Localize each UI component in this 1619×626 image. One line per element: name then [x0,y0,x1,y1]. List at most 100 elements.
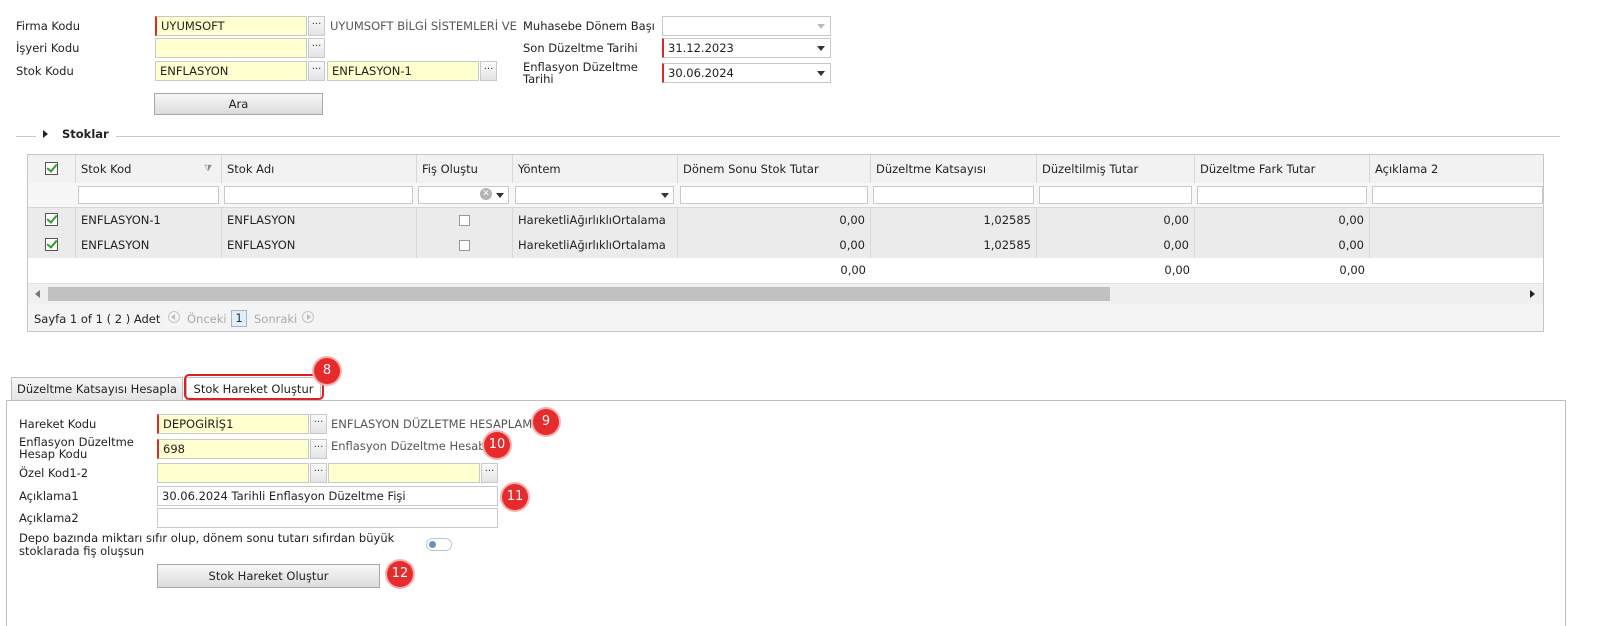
ozel-kod2-lookup-button[interactable]: ··· [481,463,498,483]
col-fis-olustu[interactable]: Fiş Oluştu [417,155,513,183]
annotation-badge-10: 10 [484,432,510,458]
cell-yontem: HareketliAğırlıklıOrtalama [513,208,678,233]
stok-kodu-to-input[interactable]: ENFLASYON-1 [327,61,479,81]
filter-aciklama2-input[interactable] [1372,186,1543,204]
fis-olustu-checkbox[interactable] [459,215,470,226]
aciklama2-input[interactable] [157,508,498,528]
row-select-cell [28,208,76,233]
stok-kodu-from-lookup-button[interactable]: ··· [308,61,325,81]
row-checkbox[interactable] [45,213,58,226]
filter-katsayi-input[interactable] [873,186,1034,204]
hareket-kodu-lookup-button[interactable]: ··· [310,414,327,434]
aciklama1-input[interactable]: 30.06.2024 Tarihli Enflasyon Düzeltme Fi… [157,486,498,506]
col-duzeltilmis[interactable]: Düzeltilmiş Tutar [1037,155,1195,183]
table-row[interactable]: ENFLASYON-1 ENFLASYON HareketliAğırlıklı… [28,208,1543,234]
stok-kodu-from-input[interactable]: ENFLASYON [155,61,307,81]
scroll-right-icon[interactable] [1530,290,1535,298]
select-all-checkbox[interactable] [45,162,58,175]
prev-page-button[interactable]: Önceki [187,312,227,326]
ozel-kod2-input[interactable] [328,463,480,483]
tab-highlight-box [184,374,324,400]
annotation-badge-9: 9 [533,409,559,435]
expand-arrow-icon[interactable] [43,130,48,138]
enflasyon-duzeltme-tarihi-value: 30.06.2024 [668,66,734,80]
enflasyon-duzeltme-tarihi-label-2: Tarihi [523,72,554,86]
cell-fis-olustu [417,208,513,233]
cell-stok-kod: ENFLASYON-1 [76,208,222,233]
prev-page-icon[interactable] [168,311,180,323]
filter-fark-input[interactable] [1197,186,1367,204]
chevron-down-icon[interactable] [661,193,669,198]
clear-icon[interactable]: ✕ [480,188,492,200]
select-all-cell [28,155,76,183]
stok-kodu-to-lookup-button[interactable]: ··· [480,61,497,81]
col-yontem[interactable]: Yöntem [513,155,678,183]
cell-stok-adi: ENFLASYON [222,208,417,233]
ozel-kod1-input[interactable] [157,463,309,483]
col-donem-sonu[interactable]: Dönem Sonu Stok Tutar [678,155,871,183]
son-duzeltme-tarihi-value: 31.12.2023 [668,41,734,55]
cell-donem-sonu: 0,00 [678,208,871,233]
cell-fark: 0,00 [1195,208,1370,233]
chevron-down-icon [817,71,825,76]
isyeri-kodu-input[interactable] [155,38,307,58]
hesap-kodu-input[interactable]: 698 [157,439,309,459]
col-stok-adi[interactable]: Stok Adı [222,155,417,183]
filter-donem-sonu-input[interactable] [680,186,868,204]
filter-fis-olustu-select[interactable]: ✕ [418,186,509,204]
col-stok-kod-label: Stok Kod [81,162,132,176]
search-button[interactable]: Ara [154,93,323,115]
firma-kodu-input[interactable]: UYUMSOFT [155,16,307,36]
chevron-down-icon[interactable] [496,193,504,198]
tab-duzeltme-katsayisi[interactable]: Düzeltme Katsayısı Hesapla [11,377,183,401]
cell-katsayi: 1,02585 [871,233,1037,258]
col-stok-kod[interactable]: Stok Kod ⧩ [76,155,222,183]
muhasebe-donem-basi-label: Muhasebe Dönem Başı [523,19,655,33]
annotation-badge-8: 8 [314,358,340,384]
filter-stok-kod-input[interactable] [78,186,219,204]
filter-duzeltilmis-input[interactable] [1039,186,1192,204]
total-donem-sonu: 0,00 [840,263,866,277]
col-aciklama2[interactable]: Açıklama 2 [1370,155,1543,183]
cell-donem-sonu: 0,00 [678,233,871,258]
cell-fark: 0,00 [1195,233,1370,258]
scrollbar-thumb[interactable] [48,287,1110,301]
col-katsayi[interactable]: Düzeltme Katsayısı [871,155,1037,183]
hesap-kodu-lookup-button[interactable]: ··· [310,439,327,459]
scroll-left-icon[interactable] [35,290,40,298]
horizontal-scrollbar[interactable] [28,283,1543,304]
enflasyon-duzeltme-tarihi-select[interactable]: 30.06.2024 [662,63,831,83]
son-duzeltme-tarihi-select[interactable]: 31.12.2023 [662,38,831,58]
depo-toggle-switch[interactable] [426,538,452,551]
col-fark[interactable]: Düzeltme Fark Tutar [1195,155,1370,183]
row-checkbox[interactable] [45,238,58,251]
firma-kodu-description: UYUMSOFT BİLGİ SİSTEMLERİ VE T [330,19,518,33]
chevron-down-icon [817,46,825,51]
current-page-button[interactable]: 1 [231,310,247,327]
cell-stok-adi: ENFLASYON [222,233,417,258]
fis-olustu-checkbox[interactable] [459,240,470,251]
hesap-kodu-label-2: Hesap Kodu [19,447,88,461]
aciklama1-label: Açıklama1 [19,489,79,503]
filter-icon[interactable]: ⧩ [204,155,212,183]
hareket-kodu-input[interactable]: DEPOGİRİŞ1 [157,414,309,434]
next-page-icon[interactable] [302,311,314,323]
hesap-kodu-description: Enflasyon Düzeltme Hesabı [331,439,489,453]
cell-aciklama2 [1370,208,1543,233]
isyeri-kodu-lookup-button[interactable]: ··· [308,38,325,58]
muhasebe-donem-basi-select[interactable] [662,16,831,36]
stock-grid: Stok Kod ⧩ Stok Adı Fiş Oluştu Yöntem Dön… [27,154,1544,332]
annotation-badge-12: 12 [387,561,413,587]
cell-yontem: HareketliAğırlıklıOrtalama [513,233,678,258]
grid-header: Stok Kod ⧩ Stok Adı Fiş Oluştu Yöntem Dön… [28,155,1543,184]
table-row[interactable]: ENFLASYON ENFLASYON HareketliAğırlıklıOr… [28,233,1543,259]
cell-katsayi: 1,02585 [871,208,1037,233]
filter-yontem-select[interactable] [515,186,674,204]
stok-hareket-olustur-button[interactable]: Stok Hareket Oluştur [157,564,380,588]
grid-filter-row: ✕ [28,183,1543,208]
grid-totals-row: 0,00 0,00 0,00 [28,258,1543,283]
firma-kodu-lookup-button[interactable]: ··· [308,16,325,36]
ozel-kod1-lookup-button[interactable]: ··· [310,463,327,483]
filter-stok-adi-input[interactable] [224,186,413,204]
next-page-button[interactable]: Sonraki [254,312,297,326]
